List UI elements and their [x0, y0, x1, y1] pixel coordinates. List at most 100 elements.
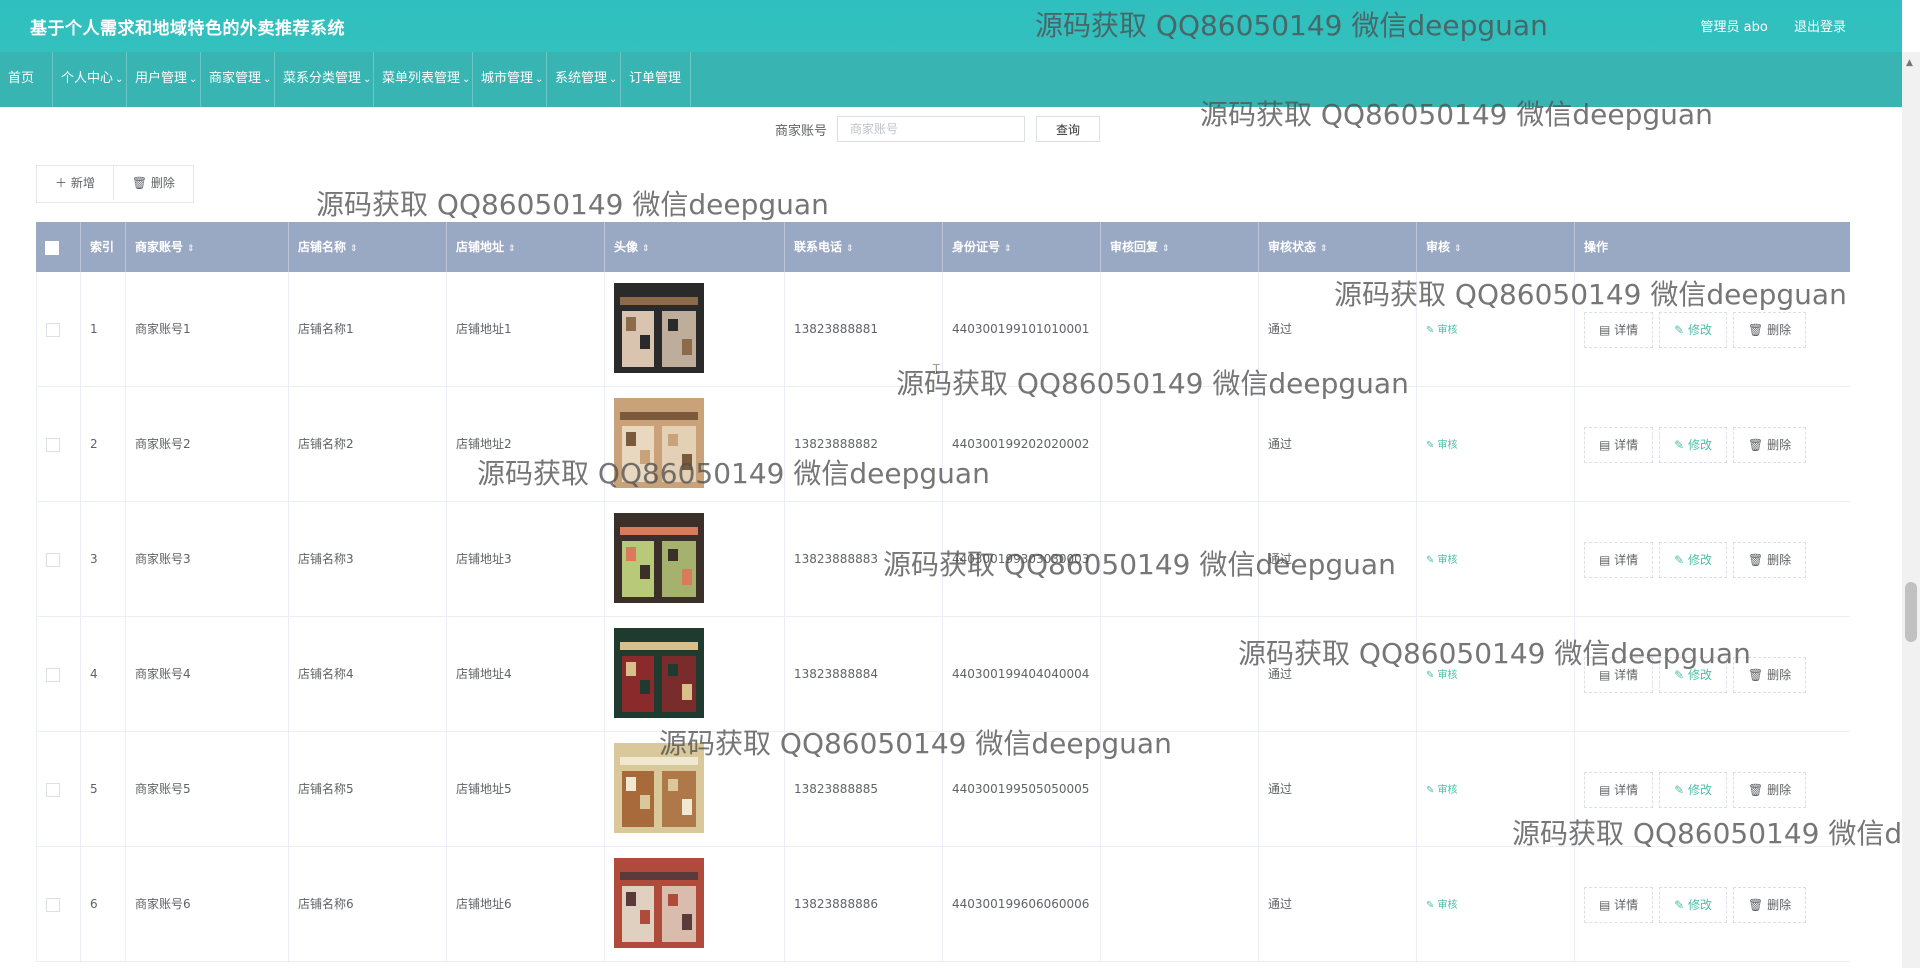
sort-icon[interactable]: ⇕: [846, 244, 854, 254]
add-button[interactable]: ＋ 新增: [37, 166, 114, 200]
edit-button[interactable]: ✎ 修改: [1659, 886, 1728, 923]
header-audit[interactable]: 审核 ⇕: [1417, 222, 1575, 272]
storefront-image: [614, 858, 704, 948]
sort-icon[interactable]: ⇕: [642, 244, 650, 254]
delete-button[interactable]: 🗑 删除: [1733, 886, 1807, 923]
phone-text: 13823888885: [794, 782, 878, 796]
cell-phone: 13823888884: [785, 617, 943, 731]
delete-button[interactable]: 🗑 删除: [1733, 541, 1807, 578]
audit-link[interactable]: ✎ 审核: [1426, 670, 1458, 681]
cell-avatar: [605, 732, 785, 846]
sort-icon[interactable]: ⇕: [187, 244, 195, 254]
audit-link[interactable]: ✎ 审核: [1426, 785, 1458, 796]
header-actions: 操作: [1575, 222, 1845, 272]
cell-audit: ✎ 审核: [1417, 617, 1575, 731]
sort-icon[interactable]: ⇕: [350, 244, 358, 254]
header-phone[interactable]: 联系电话 ⇕: [785, 222, 943, 272]
header-avatar[interactable]: 头像 ⇕: [605, 222, 785, 272]
logout-link[interactable]: 退出登录: [1794, 20, 1846, 35]
cell-phone: 13823888886: [785, 847, 943, 961]
cell-avatar: [605, 617, 785, 731]
header-account[interactable]: 商家账号 ⇕: [126, 222, 289, 272]
audit-link[interactable]: ✎ 审核: [1426, 555, 1458, 566]
header-shop-address[interactable]: 店铺地址 ⇕: [447, 222, 605, 272]
nav-item-system-management[interactable]: 系统管理 ⌄: [547, 52, 621, 107]
edit-button[interactable]: ✎ 修改: [1659, 541, 1728, 578]
account-text: 商家账号2: [135, 437, 191, 451]
edit-button[interactable]: ✎ 修改: [1659, 426, 1728, 463]
header-audit-reply[interactable]: 审核回复 ⇕: [1101, 222, 1259, 272]
row-checkbox[interactable]: [46, 437, 60, 452]
search-input[interactable]: [837, 116, 1025, 142]
row-checkbox[interactable]: [46, 667, 60, 682]
nav-item-menu-list[interactable]: 菜单列表管理 ⌄: [374, 52, 473, 107]
header-id-card[interactable]: 身份证号 ⇕: [943, 222, 1101, 272]
cell-index: 4: [81, 617, 126, 731]
cell-avatar: [605, 387, 785, 501]
scroll-thumb[interactable]: [1905, 582, 1917, 642]
sort-icon[interactable]: ⇕: [508, 244, 516, 254]
cell-audit-reply: [1101, 732, 1259, 846]
nav-item-user-management[interactable]: 用户管理 ⌄: [127, 52, 201, 107]
sort-icon[interactable]: ⇕: [1454, 244, 1462, 254]
cell-audit-status: 通过: [1259, 502, 1417, 616]
row-checkbox[interactable]: [46, 782, 60, 797]
detail-button[interactable]: ▤ 详情: [1584, 541, 1654, 578]
delete-button[interactable]: 🗑 删除: [1733, 656, 1807, 693]
storefront-image: [614, 628, 704, 718]
edit-button[interactable]: ✎ 修改: [1659, 311, 1728, 348]
cell-account: 商家账号5: [126, 732, 289, 846]
header-audit-status[interactable]: 审核状态 ⇕: [1259, 222, 1417, 272]
batch-delete-button[interactable]: 🗑 删除: [113, 166, 193, 200]
search-button[interactable]: 查询: [1036, 116, 1100, 142]
account-text: 商家账号1: [135, 322, 191, 336]
cell-shop-address: 店铺地址6: [447, 847, 605, 961]
row-checkbox[interactable]: [46, 897, 60, 912]
chevron-down-icon: ⌄: [631, 128, 640, 139]
cell-actions: ▤ 详情 ✎ 修改 🗑 删除: [1575, 732, 1845, 846]
delete-button[interactable]: 🗑 删除: [1733, 311, 1807, 348]
edit-button[interactable]: ✎ 修改: [1659, 656, 1728, 693]
nav-item-personal-center[interactable]: 个人中心 ⌄: [53, 52, 127, 107]
delete-button[interactable]: 🗑 删除: [1733, 771, 1807, 808]
nav-item-cuisine-category[interactable]: 菜系分类管理 ⌄: [275, 52, 374, 107]
cell-account: 商家账号1: [126, 272, 289, 386]
scroll-up-icon[interactable]: ▲: [1906, 58, 1913, 68]
main-nav: 首页 个人中心 ⌄ 用户管理 ⌄ 商家管理 ⌄ 菜系分类管理 ⌄ 菜单列表管理 ⌄ 城市管…: [0, 52, 1902, 139]
nav-label: 菜单列表管理: [382, 71, 461, 86]
index-text: 2: [90, 437, 98, 451]
audit-link[interactable]: ✎ 审核: [1426, 900, 1458, 911]
header-shop-name[interactable]: 店铺名称 ⇕: [289, 222, 447, 272]
sort-icon[interactable]: ⇕: [1162, 244, 1170, 254]
detail-button[interactable]: ▤ 详情: [1584, 311, 1654, 348]
detail-button[interactable]: ▤ 详情: [1584, 886, 1654, 923]
nav-item-order-management[interactable]: 订单管理 ⌄: [621, 52, 691, 139]
header-label: 审核: [1426, 240, 1451, 254]
row-checkbox[interactable]: [46, 322, 60, 337]
audit-link[interactable]: ✎ 审核: [1426, 325, 1458, 336]
nav-item-home[interactable]: 首页: [0, 52, 53, 107]
audit-status-text: 通过: [1268, 437, 1293, 451]
row-checkbox[interactable]: [46, 552, 60, 567]
user-label: 管理员 abo: [1700, 20, 1768, 35]
detail-button[interactable]: ▤ 详情: [1584, 656, 1654, 693]
cell-shop-address: 店铺地址2: [447, 387, 605, 501]
phone-text: 13823888881: [794, 322, 878, 336]
select-all-checkbox[interactable]: [45, 240, 59, 255]
audit-link[interactable]: ✎ 审核: [1426, 440, 1458, 451]
cell-index: 6: [81, 847, 126, 961]
nav-item-merchant-management[interactable]: 商家管理 ⌄: [201, 52, 275, 107]
detail-button[interactable]: ▤ 详情: [1584, 426, 1654, 463]
storefront-image: [614, 283, 704, 373]
sort-icon[interactable]: ⇕: [1004, 244, 1012, 254]
delete-button[interactable]: 🗑 删除: [1733, 426, 1807, 463]
edit-button[interactable]: ✎ 修改: [1659, 771, 1728, 808]
header-label: 索引: [90, 240, 115, 254]
sort-icon[interactable]: ⇕: [1320, 244, 1328, 254]
index-text: 1: [90, 322, 98, 336]
nav-item-city-management[interactable]: 城市管理 ⌄: [473, 52, 547, 107]
account-text: 商家账号3: [135, 552, 191, 566]
page-scrollbar[interactable]: ▲: [1902, 52, 1920, 968]
detail-button[interactable]: ▤ 详情: [1584, 771, 1654, 808]
phone-text: 13823888882: [794, 437, 878, 451]
